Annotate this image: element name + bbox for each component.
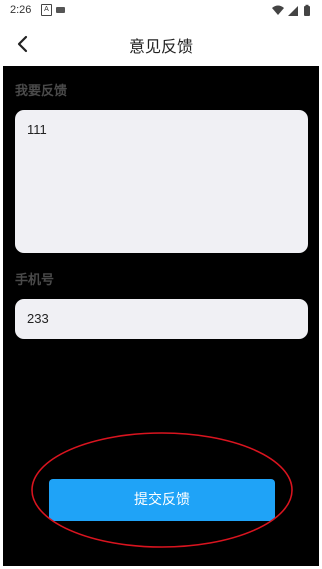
phone-label: 手机号	[15, 273, 55, 288]
feedback-text: 111	[27, 122, 47, 137]
wifi-icon	[272, 5, 284, 15]
signal-icon	[288, 6, 298, 16]
feedback-textarea[interactable]: 111	[15, 110, 308, 253]
battery-icon	[304, 6, 310, 16]
notification-icon	[56, 7, 65, 13]
status-a-icon: A	[41, 4, 52, 16]
page-title: 意见反馈	[128, 37, 193, 56]
status-bar: 2:26 A	[0, 0, 322, 22]
toolbar: 意见反馈	[0, 22, 322, 66]
phone-text: 233	[27, 311, 49, 326]
status-time: 2:26	[10, 4, 32, 16]
status-icons	[272, 4, 310, 16]
phone-input[interactable]: 233	[15, 299, 308, 339]
feedback-form: 我要反馈 111 手机号 233 提交反馈	[3, 66, 319, 566]
feedback-label: 我要反馈	[15, 84, 68, 99]
submit-feedback-button[interactable]: 提交反馈	[49, 479, 275, 521]
